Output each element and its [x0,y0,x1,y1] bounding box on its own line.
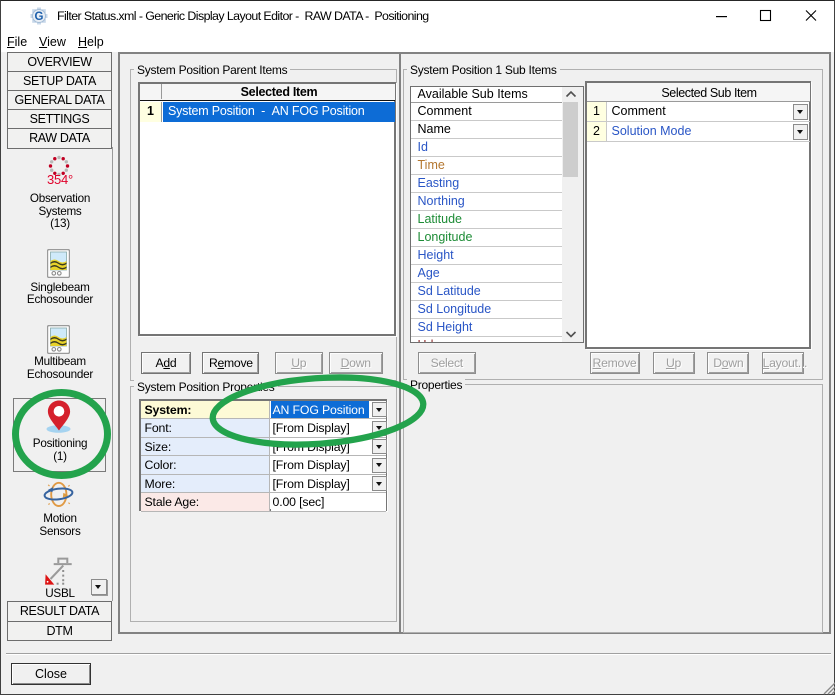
svg-text:G: G [35,11,44,23]
